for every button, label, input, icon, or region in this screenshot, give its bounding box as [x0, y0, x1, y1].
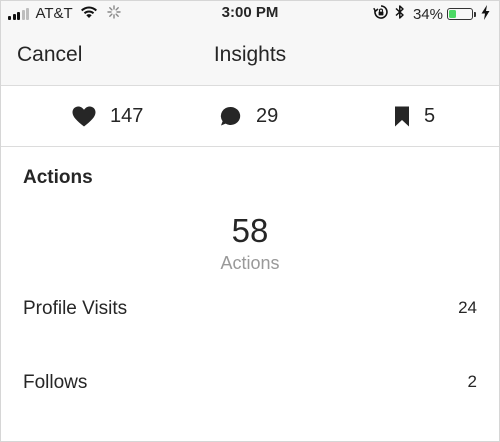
charging-bolt-icon: [481, 4, 490, 24]
saves-count: 5: [424, 104, 436, 127]
actions-total: 58: [231, 212, 269, 249]
battery-fill: [449, 10, 456, 18]
likes-stat: 147: [72, 86, 143, 146]
battery-percent: 34%: [412, 5, 443, 23]
battery-icon: [447, 8, 476, 20]
comment-bubble-icon: [220, 106, 241, 125]
row-label: Profile Visits: [23, 298, 128, 319]
actions-total-label: Actions: [220, 253, 280, 273]
saves-stat: 5: [394, 86, 435, 146]
insights-screen: AT&T 3:00 PM 34% Cancel Insights 147 29 …: [0, 0, 500, 442]
heart-icon: [72, 106, 96, 126]
bookmark-icon: [395, 106, 409, 126]
row-value: 24: [458, 298, 477, 317]
row-label: Follows: [23, 372, 88, 393]
actions-section-title: Actions: [23, 167, 93, 188]
likes-count: 147: [110, 104, 144, 127]
actions-row-profile-visits: Profile Visits 24: [1, 298, 499, 328]
nav-bar: Cancel Insights: [1, 25, 499, 85]
engagement-stats-row: 147 29 5: [1, 86, 499, 146]
bluetooth-icon: [395, 4, 405, 24]
stats-divider: [1, 146, 499, 147]
page-title: Insights: [213, 43, 287, 66]
status-bar: AT&T 3:00 PM 34%: [1, 1, 499, 25]
comments-stat: 29: [220, 86, 278, 146]
actions-row-follows: Follows 2: [1, 372, 499, 402]
comments-count: 29: [256, 104, 279, 127]
rotation-lock-icon: [373, 4, 389, 24]
row-value: 2: [467, 372, 477, 391]
status-right: 34%: [373, 4, 490, 24]
